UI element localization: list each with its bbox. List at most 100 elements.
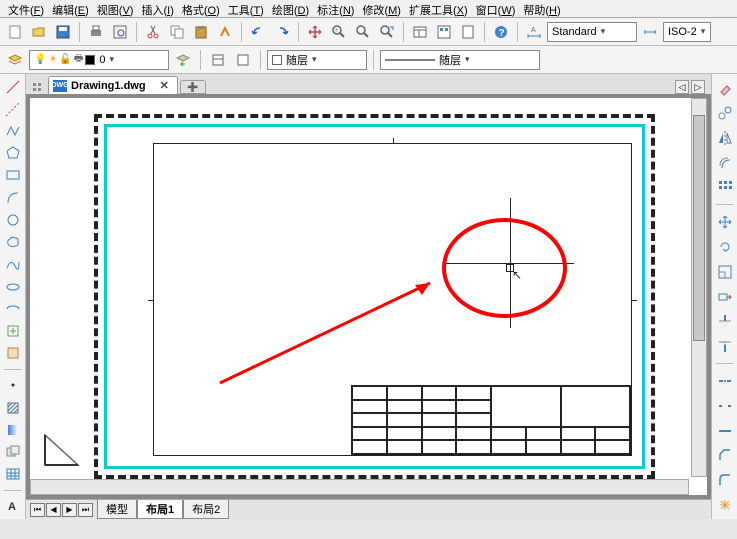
array-tool[interactable] [715,177,735,197]
break-tool[interactable] [715,396,735,416]
insert-block-tool[interactable] [3,322,23,339]
layer-previous-button[interactable] [172,49,194,71]
copy-button[interactable] [166,21,188,43]
dim-linear-button[interactable] [639,21,661,43]
ellipse-tool[interactable] [3,278,23,295]
tab-nav-left[interactable]: ◁ [675,80,689,94]
spline-tool[interactable] [3,256,23,273]
region-tool[interactable] [3,443,23,460]
menu-draw[interactable]: 绘图(D) [268,0,313,17]
layout-tab-layout1[interactable]: 布局1 [137,500,183,519]
layer-iso-button[interactable] [232,49,254,71]
design-center-button[interactable] [433,21,455,43]
properties-button[interactable] [409,21,431,43]
hatch-tool[interactable] [3,399,23,416]
layout-tab-model[interactable]: 模型 [97,500,137,519]
menu-tools[interactable]: 工具(T) [224,0,268,17]
construction-line-tool[interactable] [3,100,23,117]
layer-dropdown[interactable]: 💡 ☀ 🔓 🖶 0 [29,50,169,70]
explode-tool[interactable] [715,495,735,515]
polyline-tool[interactable] [3,122,23,139]
erase-tool[interactable] [715,78,735,98]
scale-tool[interactable] [715,262,735,282]
line-tool[interactable] [3,78,23,95]
menu-help[interactable]: 帮助(H) [519,0,564,17]
point-tool[interactable] [3,377,23,394]
menu-edit[interactable]: 编辑(E) [48,0,93,17]
ellipse-arc-tool[interactable] [3,300,23,317]
trim-tool[interactable] [715,311,735,331]
match-button[interactable] [214,21,236,43]
zoom-prev-button[interactable] [376,21,398,43]
cut-button[interactable] [142,21,164,43]
sun-icon: ☀ [48,54,57,65]
mtext-tool[interactable]: A [3,498,23,515]
polygon-tool[interactable] [3,145,23,162]
drawing-area-container: DWG Drawing1.dwg ✕ ➕ ◁ ▷ [26,74,711,519]
extend-tool[interactable] [715,336,735,356]
document-tab[interactable]: DWG Drawing1.dwg ✕ [48,76,178,94]
paste-button[interactable] [190,21,212,43]
vertical-scrollbar[interactable] [691,98,707,477]
lightbulb-icon: 💡 [34,54,46,65]
horizontal-scrollbar[interactable] [30,479,689,495]
text-style-dropdown[interactable]: Standard [547,22,637,42]
tab-nav-right[interactable]: ▷ [691,80,705,94]
document-filename: Drawing1.dwg [71,80,146,92]
new-button[interactable] [4,21,26,43]
menu-file[interactable]: 文件(F) [4,0,48,17]
new-tab-button[interactable]: ➕ [180,80,206,94]
layer-states-button[interactable] [207,49,229,71]
menu-modify[interactable]: 修改(M) [358,0,405,17]
arc-tool[interactable] [3,189,23,206]
layer-manager-button[interactable] [4,49,26,71]
rotate-tool[interactable] [715,237,735,257]
zoom-window-button[interactable] [352,21,374,43]
table-tool[interactable] [3,466,23,483]
print-button[interactable] [85,21,107,43]
menu-view[interactable]: 视图(V) [93,0,138,17]
layout-nav-prev[interactable]: ◀ [46,503,61,517]
gradient-tool[interactable] [3,421,23,438]
linetype-dropdown[interactable]: 随层 [380,50,540,70]
tool-palettes-button[interactable] [457,21,479,43]
menu-window[interactable]: 窗口(W) [472,0,520,17]
dim-style-button[interactable]: A [523,21,545,43]
circle-tool[interactable] [3,211,23,228]
layout-nav-last[interactable]: ⏭ [78,503,93,517]
print-preview-button[interactable] [109,21,131,43]
tab-handle-icon[interactable] [30,80,44,94]
lock-icon: 🔓 [59,54,71,65]
menu-format[interactable]: 格式(O) [178,0,224,17]
save-button[interactable] [52,21,74,43]
layout-tab-layout2[interactable]: 布局2 [183,500,229,519]
menu-insert[interactable]: 插入(I) [137,0,177,17]
menu-dimension[interactable]: 标注(N) [313,0,358,17]
stretch-tool[interactable] [715,287,735,307]
copy-tool[interactable] [715,103,735,123]
join-tool[interactable] [715,421,735,441]
make-block-tool[interactable] [3,345,23,362]
pan-button[interactable] [304,21,326,43]
dim-style-dropdown[interactable]: ISO-2 [663,22,711,42]
document-tab-bar: DWG Drawing1.dwg ✕ ➕ ◁ ▷ [26,74,711,94]
close-tab-button[interactable]: ✕ [160,79,169,92]
fillet-tool[interactable] [715,470,735,490]
help-button[interactable]: ? [490,21,512,43]
offset-tool[interactable] [715,152,735,172]
color-dropdown[interactable]: 随层 [267,50,367,70]
mirror-tool[interactable] [715,128,735,148]
layout-nav-first[interactable]: ⏮ [30,503,45,517]
redo-button[interactable] [271,21,293,43]
move-tool[interactable] [715,212,735,232]
zoom-realtime-button[interactable]: + [328,21,350,43]
break-point-tool[interactable] [715,371,735,391]
drawing-canvas[interactable]: ↖ [30,98,707,495]
layout-nav-next[interactable]: ▶ [62,503,77,517]
open-button[interactable] [28,21,50,43]
undo-button[interactable] [247,21,269,43]
revcloud-tool[interactable] [3,234,23,251]
menu-express[interactable]: 扩展工具(X) [405,0,472,17]
chamfer-tool[interactable] [715,446,735,466]
rectangle-tool[interactable] [3,167,23,184]
